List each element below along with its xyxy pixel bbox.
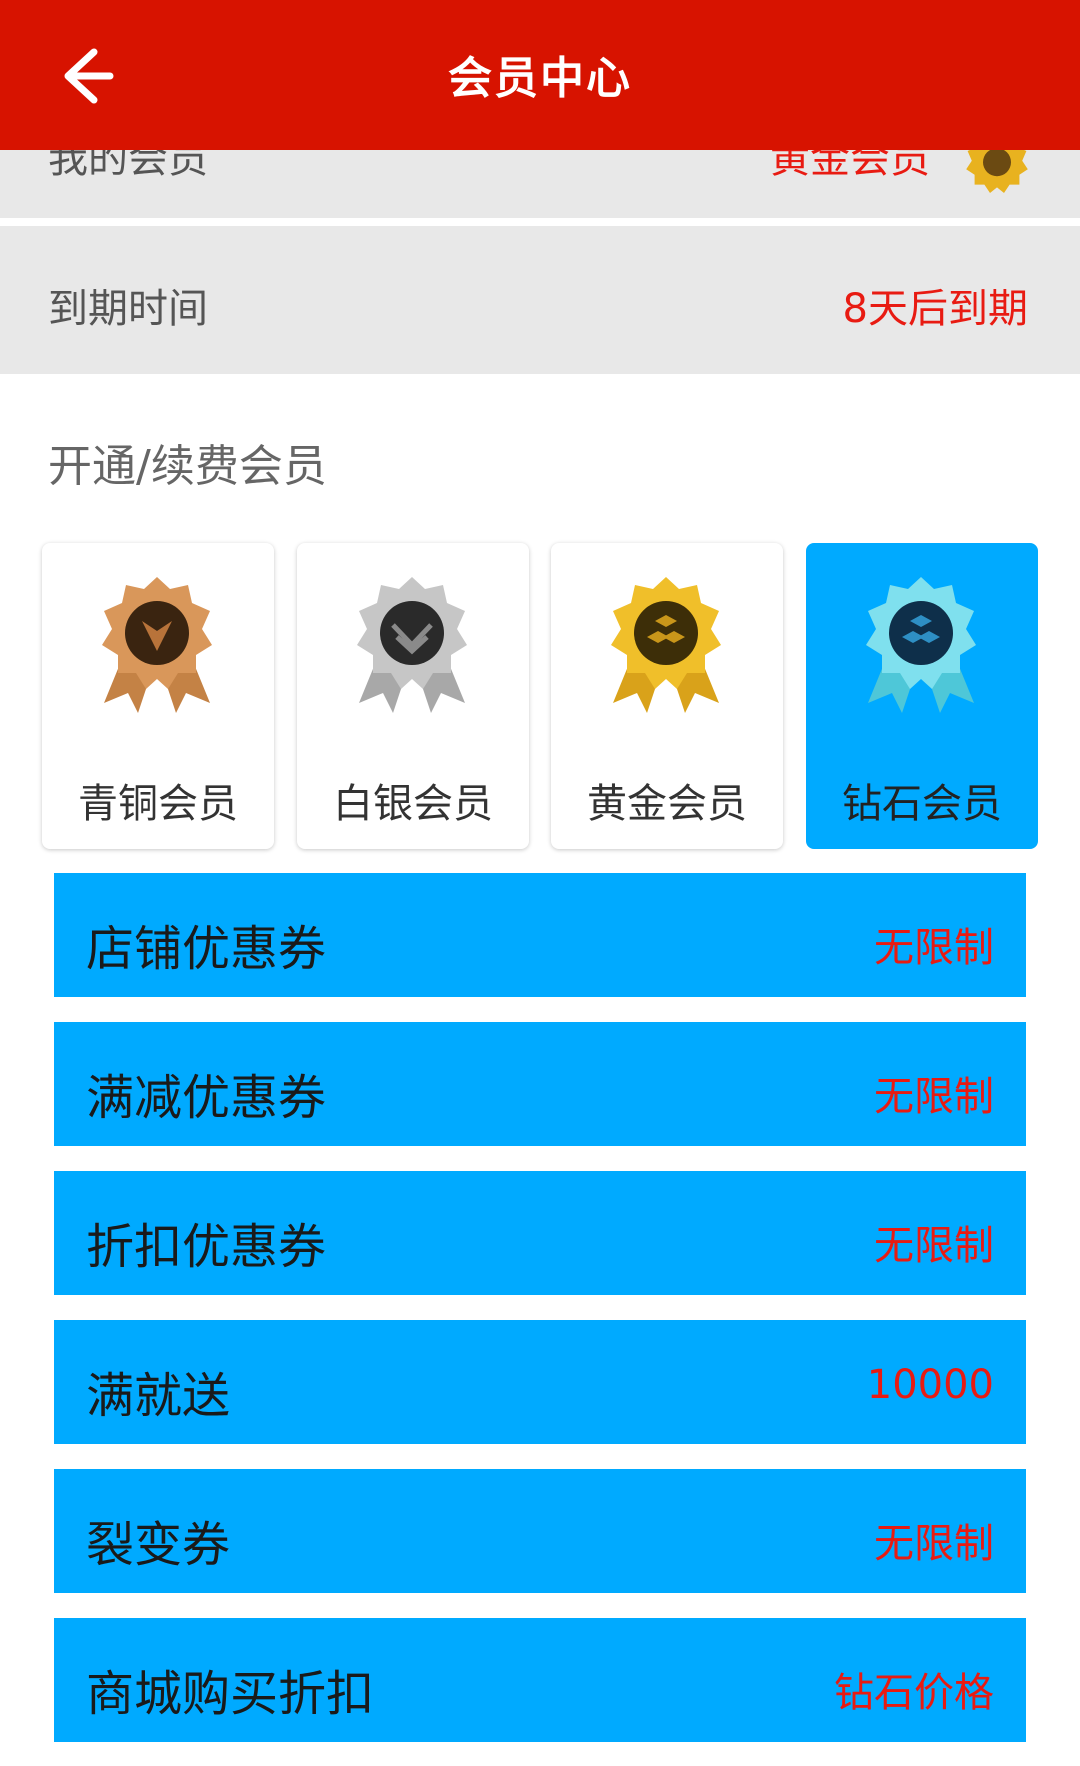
tier-card-diamond[interactable]: 钻石会员 (806, 543, 1038, 849)
tier-label-gold: 黄金会员 (587, 781, 747, 827)
tier-card-gold[interactable]: 黄金会员 (551, 543, 783, 849)
benefit-value: 无限制 (874, 1521, 994, 1567)
tier-label-diamond: 钻石会员 (842, 781, 1002, 827)
section-title: 开通/续费会员 (48, 441, 327, 492)
tier-label-silver: 白银会员 (333, 781, 493, 827)
page-title: 会员中心 (448, 53, 632, 104)
benefit-name: 满减优惠券 (86, 1070, 327, 1126)
benefit-row: 裂变券 无限制 (54, 1469, 1026, 1593)
benefit-row: 满减优惠券 无限制 (54, 1022, 1026, 1146)
bronze-medal-icon (102, 577, 212, 713)
benefit-value: 无限制 (874, 925, 994, 971)
benefit-value: 钻石价格 (834, 1670, 994, 1716)
expiry-label: 到期时间 (48, 286, 208, 332)
expiry-row: 到期时间 8天后到期 (0, 226, 1080, 374)
tier-card-silver[interactable]: 白银会员 (297, 543, 529, 849)
benefit-name: 店铺优惠券 (86, 921, 327, 977)
benefit-name: 满就送 (86, 1368, 231, 1424)
tier-card-bronze[interactable]: 青铜会员 (42, 543, 274, 849)
benefit-row: 商城购买折扣 钻石价格 (54, 1618, 1026, 1742)
benefit-value: 无限制 (874, 1074, 994, 1120)
app-header: 会员中心 (0, 0, 1080, 150)
benefit-name: 折扣优惠券 (86, 1219, 327, 1275)
silver-medal-icon (357, 577, 467, 713)
benefit-row: 满就送 10000 (54, 1320, 1026, 1444)
expiry-value: 8天后到期 (842, 286, 1028, 332)
benefit-name: 商城购买折扣 (86, 1666, 375, 1722)
benefit-row: 折扣优惠券 无限制 (54, 1171, 1026, 1295)
benefit-value: 无限制 (874, 1223, 994, 1269)
benefit-name: 裂变券 (86, 1517, 231, 1573)
benefit-value: 10000 (866, 1362, 994, 1408)
gold-medal-icon (611, 577, 721, 713)
benefit-row: 店铺优惠券 无限制 (54, 873, 1026, 997)
diamond-medal-icon (866, 577, 976, 713)
tier-label-bronze: 青铜会员 (78, 781, 238, 827)
